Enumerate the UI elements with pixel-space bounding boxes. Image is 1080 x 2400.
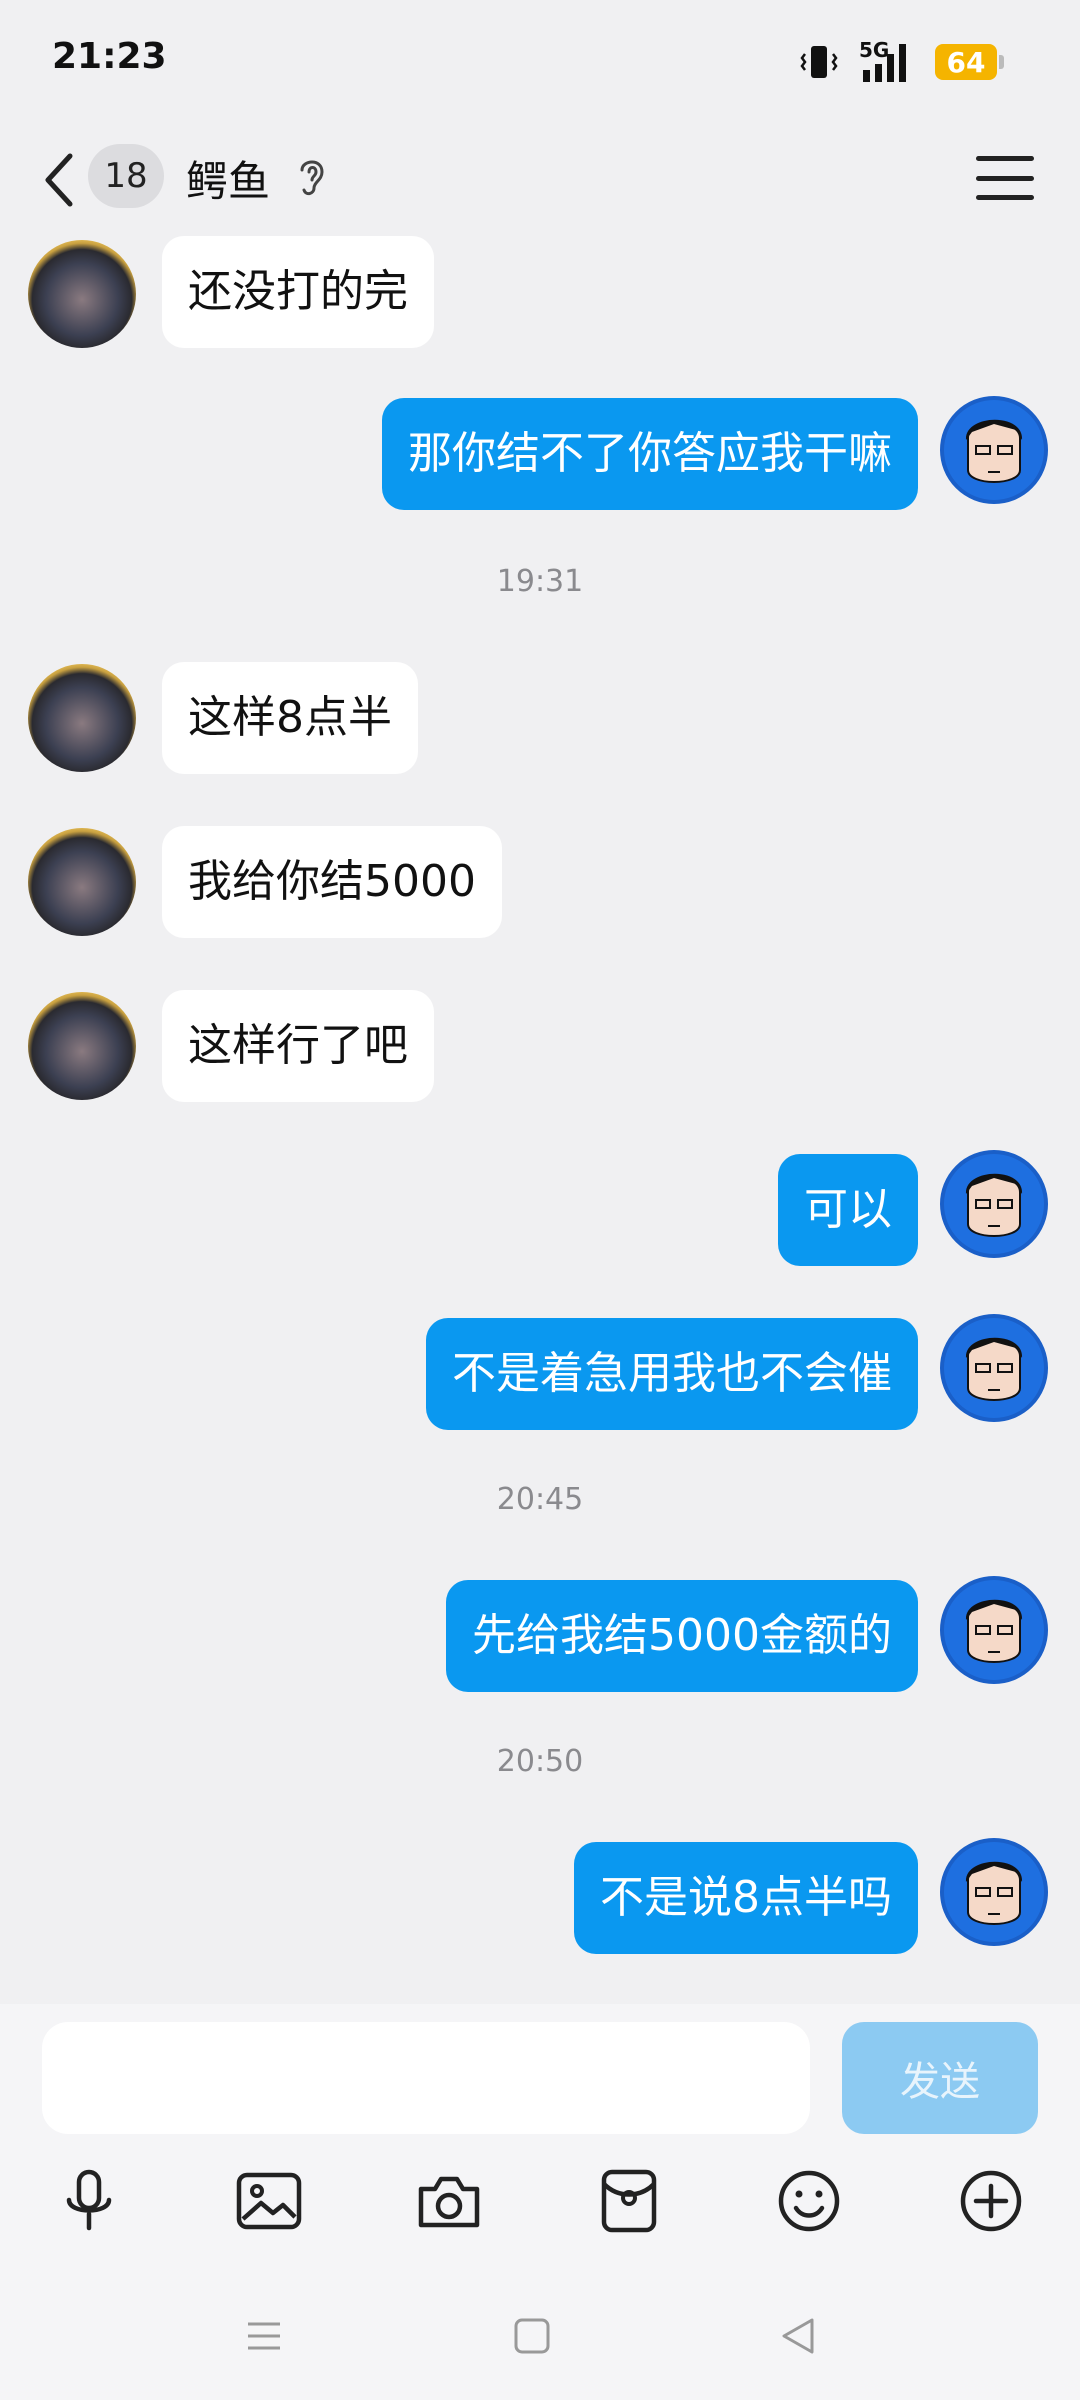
camera-icon [418, 2176, 480, 2228]
contact-avatar[interactable] [28, 664, 136, 772]
triangle-back-icon [782, 2318, 814, 2354]
my-avatar[interactable] [940, 1838, 1048, 1946]
unread-count-badge[interactable]: 18 [88, 144, 164, 208]
emoji-button[interactable] [772, 2164, 846, 2238]
status-icons: 5G 64 [799, 38, 1004, 86]
send-button[interactable]: 发送 [842, 2022, 1038, 2134]
message-bubble-incoming[interactable]: 这样8点半 [162, 662, 418, 774]
contact-avatar[interactable] [28, 828, 136, 936]
timestamp: 20:50 [496, 1744, 584, 1779]
emoji-icon [778, 2170, 840, 2232]
back-button[interactable] [30, 144, 90, 216]
square-icon [514, 2318, 550, 2354]
menu-lines-icon [248, 2322, 280, 2350]
my-avatar[interactable] [940, 396, 1048, 504]
nav-recents-button[interactable] [234, 2306, 294, 2366]
signal-icon [863, 44, 906, 82]
red-packet-icon [601, 2169, 657, 2233]
face-avatar-icon [965, 1173, 1023, 1237]
face-avatar-icon [965, 1599, 1023, 1663]
message-bubble-outgoing[interactable]: 不是着急用我也不会催 [426, 1318, 918, 1430]
chat-header: 18 鳄鱼 [0, 130, 1080, 230]
camera-button[interactable] [412, 2164, 486, 2238]
message-bubble-outgoing[interactable]: 不是说8点半吗 [574, 1842, 918, 1954]
ear-icon[interactable] [292, 152, 332, 200]
my-avatar[interactable] [940, 1576, 1048, 1684]
status-time: 21:23 [52, 36, 167, 77]
more-button[interactable] [954, 2164, 1028, 2238]
vibrate-icon [800, 46, 838, 78]
message-bubble-outgoing[interactable]: 那你结不了你答应我干嘛 [382, 398, 918, 510]
menu-line [976, 156, 1034, 161]
plus-icon [960, 2170, 1022, 2232]
nav-back-button[interactable] [768, 2306, 828, 2366]
battery-indicator: 64 [935, 44, 1004, 80]
gallery-button[interactable] [232, 2164, 306, 2238]
contact-avatar[interactable] [28, 992, 136, 1100]
face-avatar-icon [965, 419, 1023, 483]
message-bubble-incoming[interactable]: 还没打的完 [162, 236, 434, 348]
menu-line [976, 175, 1034, 181]
contact-avatar[interactable] [28, 240, 136, 348]
battery-level: 64 [935, 44, 997, 80]
status-bar: 21:23 5G 64 [0, 0, 1080, 120]
face-avatar-icon [965, 1861, 1023, 1925]
timestamp: 19:31 [496, 564, 584, 599]
message-bubble-incoming[interactable]: 这样行了吧 [162, 990, 434, 1102]
hamburger-menu-button[interactable] [970, 148, 1040, 208]
red-packet-button[interactable] [592, 2164, 666, 2238]
message-bubble-incoming[interactable]: 我给你结5000 [162, 826, 502, 938]
message-bubble-outgoing[interactable]: 可以 [778, 1154, 918, 1266]
message-bubble-outgoing[interactable]: 先给我结5000金额的 [446, 1580, 918, 1692]
nav-home-button[interactable] [502, 2306, 562, 2366]
my-avatar[interactable] [940, 1314, 1048, 1422]
message-input[interactable] [42, 2022, 810, 2134]
timestamp: 20:45 [496, 1482, 584, 1517]
menu-line [976, 195, 1034, 200]
contact-name[interactable]: 鳄鱼 [186, 148, 270, 209]
chevron-left-icon [45, 153, 73, 207]
system-nav-bar [0, 2282, 1080, 2400]
my-avatar[interactable] [940, 1150, 1048, 1258]
battery-tip [999, 55, 1004, 69]
microphone-icon [66, 2169, 112, 2231]
face-avatar-icon [965, 1337, 1023, 1401]
signal-indicator: 5G [857, 38, 917, 84]
image-icon [236, 2172, 302, 2230]
voice-button[interactable] [52, 2164, 126, 2238]
composer-toolbar [0, 2164, 1080, 2238]
